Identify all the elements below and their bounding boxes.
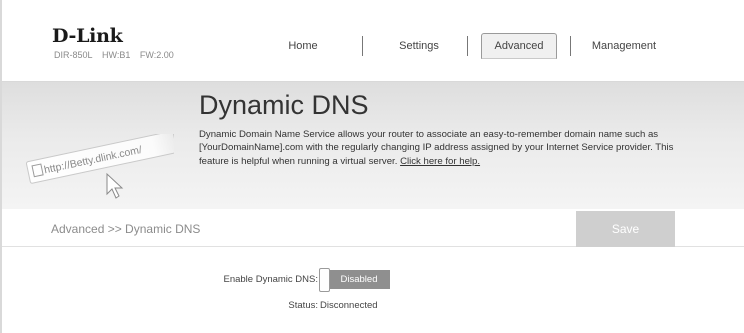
main-nav: Home Settings Advanced Management <box>2 33 744 59</box>
page-banner: http://Betty.dlink.com/ Dynamic DNS Dyna… <box>2 82 744 209</box>
router-admin-page: D-Link DIR-850L HW:B1 FW:2.00 Home Setti… <box>0 0 744 333</box>
nav-advanced[interactable]: Advanced <box>481 33 557 59</box>
page-title: Dynamic DNS <box>199 90 369 120</box>
toggle-knob[interactable] <box>319 268 330 292</box>
help-link[interactable]: Click here for help. <box>400 156 480 167</box>
nav-management[interactable]: Management <box>584 33 664 59</box>
nav-home[interactable]: Home <box>272 33 334 59</box>
toggle-state[interactable]: Disabled <box>328 270 390 289</box>
enable-ddns-label: Enable Dynamic DNS: <box>223 274 318 285</box>
nav-separator <box>362 36 363 56</box>
nav-settings[interactable]: Settings <box>388 33 450 59</box>
header: D-Link DIR-850L HW:B1 FW:2.00 Home Setti… <box>2 0 744 82</box>
breadcrumb: Advanced >> Dynamic DNS <box>51 222 201 236</box>
breadcrumb-bar: Advanced >> Dynamic DNS Save <box>2 211 744 247</box>
url-illustration: http://Betty.dlink.com/ <box>25 134 174 199</box>
nav-separator <box>570 36 571 56</box>
enable-ddns-toggle[interactable]: Disabled <box>319 268 390 292</box>
nav-separator <box>467 36 468 56</box>
cursor-arrow-icon <box>106 172 124 199</box>
status-value: Disconnected <box>320 300 378 311</box>
status-label: Status: <box>288 300 318 311</box>
save-button[interactable]: Save <box>576 211 675 247</box>
page-description: Dynamic Domain Name Service allows your … <box>199 128 689 168</box>
